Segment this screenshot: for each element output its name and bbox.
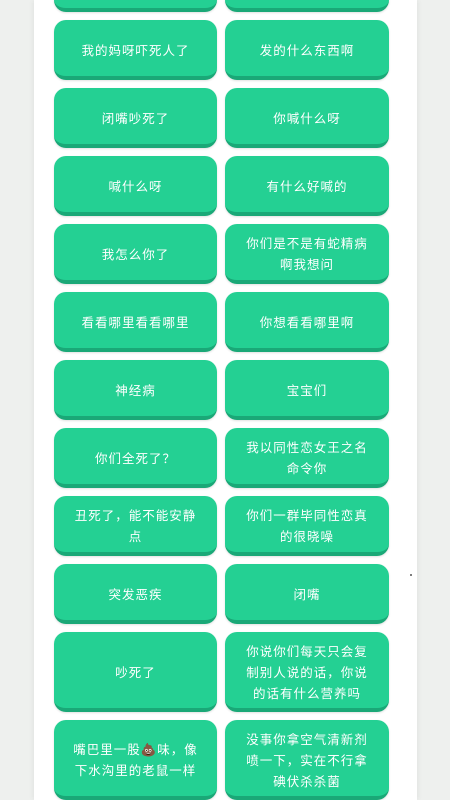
sound-button[interactable]: 你说你们每天只会复制别人说的话，你说的话有什么营养吗 xyxy=(225,632,389,712)
sound-button[interactable]: 喊什么呀 xyxy=(54,156,217,216)
sound-button[interactable]: 你喊什么呀 xyxy=(225,88,389,148)
sound-button-label: 我怎么你了 xyxy=(101,246,170,262)
scroll-indicator xyxy=(410,574,412,576)
sound-button-label: 你们是不是有蛇精病啊我想问 xyxy=(246,236,368,272)
sound-button-label: 吵死了 xyxy=(115,664,156,680)
sound-button-label: 我以同性恋女王之名命令你 xyxy=(246,440,368,476)
sound-button[interactable] xyxy=(54,0,217,12)
sound-button-label: 闭嘴 xyxy=(293,586,321,602)
sound-button-label: 你们一群毕同性恋真的很晓噪 xyxy=(246,508,368,544)
sound-button-label: 你想看看哪里啊 xyxy=(259,314,355,330)
sound-button[interactable]: 没事你拿空气清新剂喷一下，实在不行拿碘伏杀杀菌 xyxy=(225,720,389,800)
sound-button[interactable]: 看看哪里看看哪里 xyxy=(54,292,217,352)
sound-button[interactable]: 发的什么东西啊 xyxy=(225,20,389,80)
sound-button[interactable]: 闭嘴 xyxy=(225,564,389,624)
sound-button-label: 宝宝们 xyxy=(286,382,328,398)
sound-button-label: 嘴巴里一股💩味，像下水沟里的老鼠一样 xyxy=(73,742,198,778)
sound-button[interactable]: 丑死了，能不能安静点 xyxy=(54,496,217,556)
sound-button[interactable]: 我以同性恋女王之名命令你 xyxy=(225,428,389,488)
sound-button[interactable]: 你想看看哪里啊 xyxy=(225,292,389,352)
sound-button-label: 你喊什么呀 xyxy=(273,110,341,126)
sound-button[interactable]: 我怎么你了 xyxy=(54,224,217,284)
soundboard-grid: 我的妈呀吓死人了 发的什么东西啊 闭嘴吵死了 你喊什么呀 喊什么呀 有什么好喊的… xyxy=(54,0,389,800)
sound-button-label: 发的什么东西啊 xyxy=(259,42,355,58)
sound-button-label: 神经病 xyxy=(115,382,156,398)
sound-button-label: 没事你拿空气清新剂喷一下，实在不行拿碘伏杀杀菌 xyxy=(246,731,368,789)
sound-button-label: 我的妈呀吓死人了 xyxy=(81,42,190,58)
sound-button-label: 丑死了，能不能安静点 xyxy=(74,508,197,544)
sound-button-label: 喊什么呀 xyxy=(108,178,163,194)
sound-button[interactable]: 宝宝们 xyxy=(225,360,389,420)
sound-button-label: 看看哪里看看哪里 xyxy=(81,314,190,330)
sound-button-label: 你们全死了？ xyxy=(94,450,176,466)
sound-button[interactable]: 突发恶疾 xyxy=(54,564,217,624)
sound-button-label: 闭嘴吵死了 xyxy=(101,110,170,126)
sound-button-label: 有什么好喊的 xyxy=(266,178,348,194)
sound-button[interactable]: 吵死了 xyxy=(54,632,217,712)
sound-button[interactable]: 嘴巴里一股💩味，像下水沟里的老鼠一样 xyxy=(54,720,217,800)
sound-button[interactable]: 有什么好喊的 xyxy=(225,156,389,216)
sound-button[interactable]: 你们一群毕同性恋真的很晓噪 xyxy=(225,496,389,556)
sound-button[interactable] xyxy=(225,0,389,12)
sound-button[interactable]: 闭嘴吵死了 xyxy=(54,88,217,148)
sound-button-label: 你说你们每天只会复制别人说的话，你说的话有什么营养吗 xyxy=(246,643,368,701)
sound-button[interactable]: 你们是不是有蛇精病啊我想问 xyxy=(225,224,389,284)
sound-button[interactable]: 你们全死了？ xyxy=(54,428,217,488)
sound-button-label: 突发恶疾 xyxy=(108,586,163,602)
sound-button[interactable]: 我的妈呀吓死人了 xyxy=(54,20,217,80)
sound-button[interactable]: 神经病 xyxy=(54,360,217,420)
